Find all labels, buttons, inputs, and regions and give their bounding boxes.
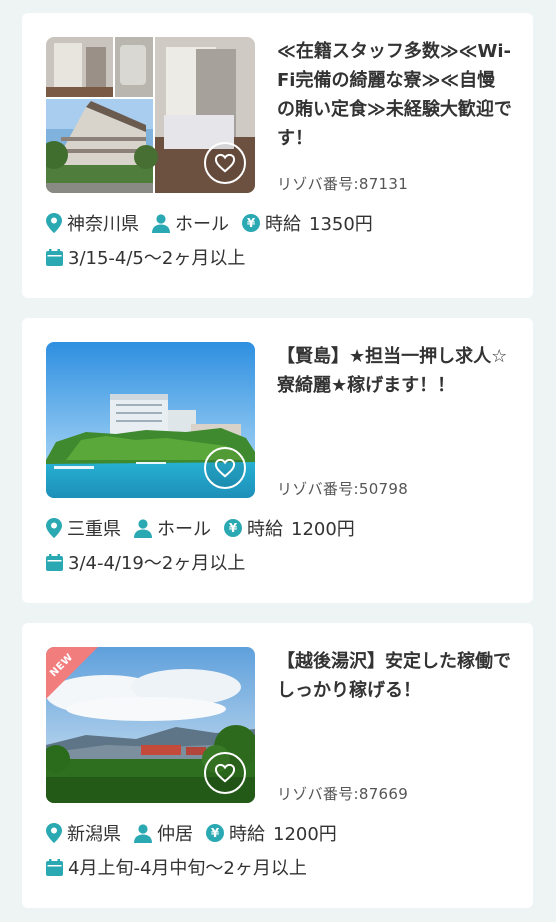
map-pin-icon (46, 518, 62, 538)
job-wage: 1350円 (309, 214, 373, 235)
job-title[interactable]: 【賢島】★担当一押し求人☆寮綺麗★稼げます！！ (277, 342, 512, 400)
job-title[interactable]: ≪在籍スタッフ多数≫≪Wi-Fi完備の綺麗な寮≫≪自慢の賄い定食≫未経験大歓迎で… (277, 37, 512, 153)
map-pin-icon (46, 213, 62, 233)
job-card[interactable]: 【賢島】★担当一押し求人☆寮綺麗★稼げます！！ リゾバ番号:50798 三重県 … (22, 318, 533, 603)
job-position: 仲居 (157, 824, 193, 845)
job-meta: 神奈川県 ホール ¥ 時給 1350円 (46, 209, 373, 237)
job-period: 3/4-4/19〜2ヶ月以上 (68, 553, 246, 574)
job-wage: 1200円 (291, 519, 355, 540)
person-icon (134, 518, 152, 538)
job-period: 4月上旬-4月中旬〜2ヶ月以上 (68, 858, 307, 879)
yen-icon: ¥ (242, 214, 260, 232)
job-period-row: 3/4-4/19〜2ヶ月以上 (46, 548, 245, 576)
job-position: ホール (175, 214, 229, 235)
heart-icon (214, 458, 236, 478)
job-meta: 三重県 ホール ¥ 時給 1200円 (46, 514, 355, 542)
job-thumbnail[interactable]: NEW (46, 647, 255, 803)
favorite-button[interactable] (204, 752, 246, 794)
yen-icon: ¥ (206, 824, 224, 842)
calendar-icon (46, 858, 63, 876)
wage-label: 時給 (229, 824, 265, 845)
job-period-row: 3/15-4/5〜2ヶ月以上 (46, 243, 245, 271)
heart-icon (214, 153, 236, 173)
new-badge: NEW (46, 647, 106, 707)
favorite-button[interactable] (204, 447, 246, 489)
job-thumbnail[interactable] (46, 37, 255, 193)
map-pin-icon (46, 823, 62, 843)
job-location: 三重県 (67, 519, 121, 540)
person-icon (152, 213, 170, 233)
favorite-button[interactable] (204, 142, 246, 184)
calendar-icon (46, 248, 63, 266)
job-location: 新潟県 (67, 824, 121, 845)
job-wage: 1200円 (273, 824, 337, 845)
heart-icon (214, 763, 236, 783)
calendar-icon (46, 553, 63, 571)
rizoba-number: リゾバ番号:50798 (277, 480, 409, 498)
wage-label: 時給 (265, 214, 301, 235)
job-thumbnail[interactable] (46, 342, 255, 498)
job-location: 神奈川県 (67, 214, 139, 235)
job-card[interactable]: NEW 【越後湯沢】安定した稼働でしっかり稼げる！ リゾバ番号:87669 新潟… (22, 623, 533, 908)
person-icon (134, 823, 152, 843)
rizoba-number: リゾバ番号:87669 (277, 785, 409, 803)
job-card[interactable]: ≪在籍スタッフ多数≫≪Wi-Fi完備の綺麗な寮≫≪自慢の賄い定食≫未経験大歓迎で… (22, 13, 533, 298)
job-meta: 新潟県 仲居 ¥ 時給 1200円 (46, 819, 337, 847)
wage-label: 時給 (247, 519, 283, 540)
job-position: ホール (157, 519, 211, 540)
job-list: ≪在籍スタッフ多数≫≪Wi-Fi完備の綺麗な寮≫≪自慢の賄い定食≫未経験大歓迎で… (0, 0, 556, 922)
job-period-row: 4月上旬-4月中旬〜2ヶ月以上 (46, 853, 307, 881)
job-title[interactable]: 【越後湯沢】安定した稼働でしっかり稼げる！ (277, 647, 512, 705)
yen-icon: ¥ (224, 519, 242, 537)
job-period: 3/15-4/5〜2ヶ月以上 (68, 248, 246, 269)
rizoba-number: リゾバ番号:87131 (277, 175, 409, 193)
